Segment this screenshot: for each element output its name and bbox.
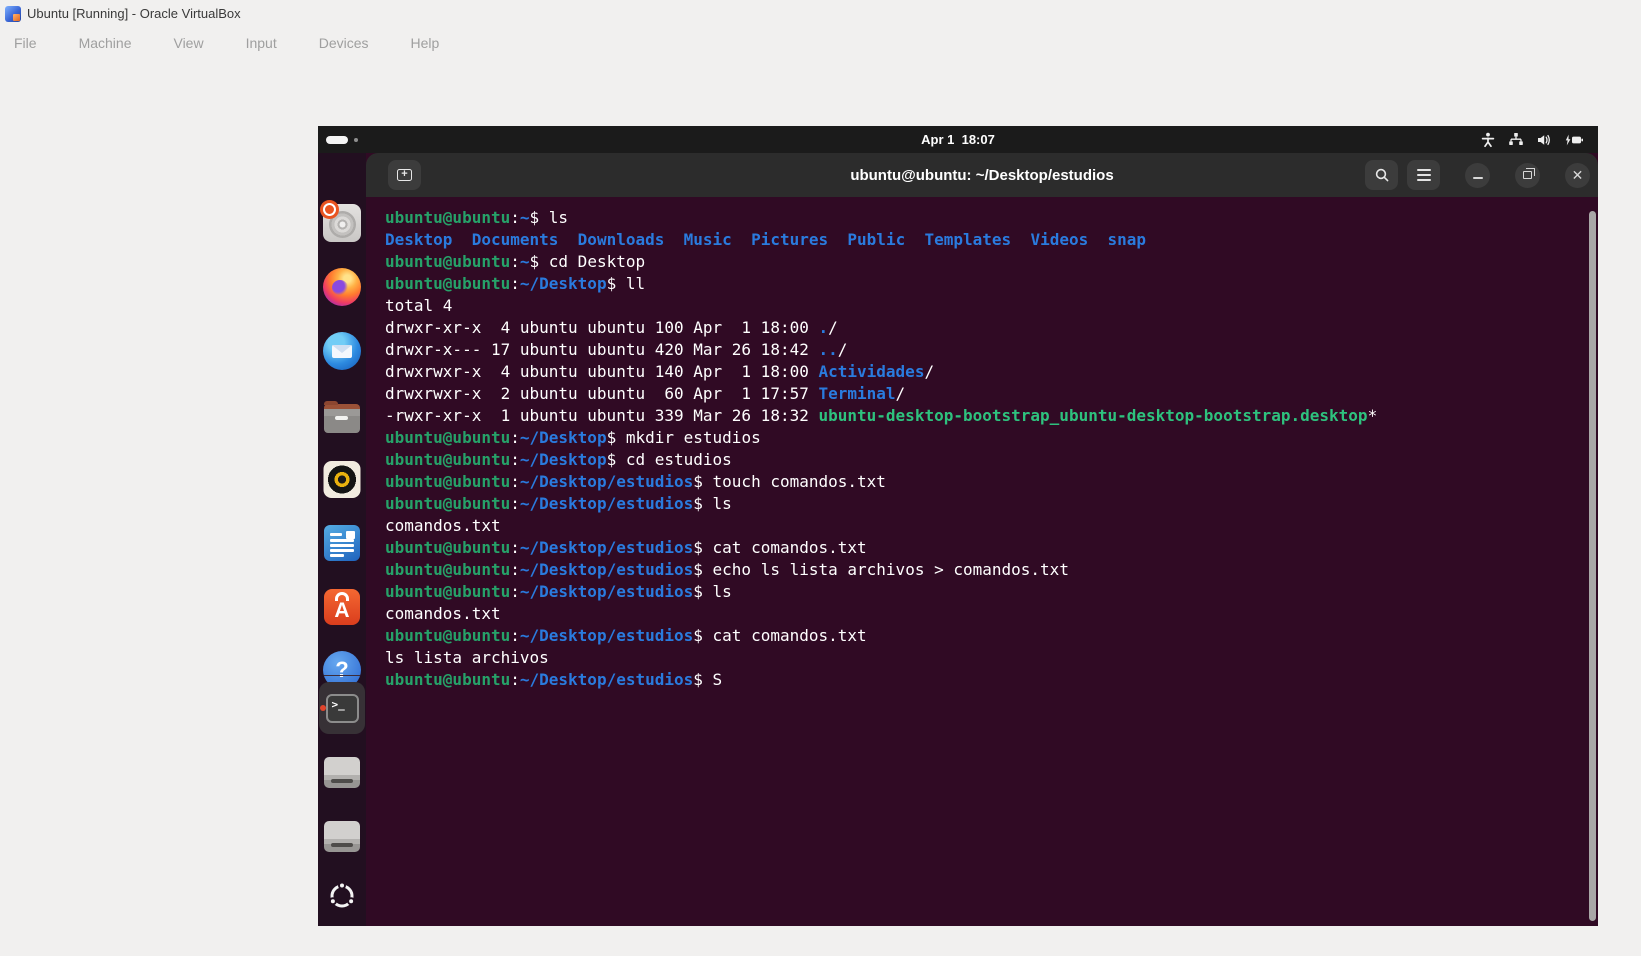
terminal-window: + ubuntu@ubuntu: ~/Desktop/estudios ✕ ub… <box>366 153 1598 926</box>
terminal-line: ls lista archivos <box>385 648 549 667</box>
menu-item-file[interactable]: File <box>14 35 37 51</box>
dock-separator <box>324 675 360 676</box>
gnome-top-bar: Apr 1 18:07 <box>318 126 1598 153</box>
menu-item-input[interactable]: Input <box>246 35 277 51</box>
terminal-line: ubuntu@ubuntu:~/Desktop$ mkdir estudios <box>385 428 761 447</box>
terminal-line: ubuntu@ubuntu:~$ ls <box>385 208 569 227</box>
ubuntu-logo-icon <box>328 881 356 908</box>
dock-item-firefox[interactable] <box>323 268 361 306</box>
dock-item-show-apps[interactable] <box>327 881 357 916</box>
window-title: Ubuntu [Running] - Oracle VirtualBox <box>27 6 241 21</box>
terminal-line: ubuntu@ubuntu:~$ cd Desktop <box>385 252 646 271</box>
menu-button[interactable] <box>1407 160 1440 190</box>
system-tray[interactable] <box>1480 126 1584 153</box>
terminal-content[interactable]: ubuntu@ubuntu:~$ ls Desktop Documents Dow… <box>366 197 1598 926</box>
terminal-line: Desktop Documents Downloads Music Pictur… <box>385 230 1147 249</box>
search-button[interactable] <box>1365 160 1398 190</box>
dock-item-app-center[interactable]: A <box>324 589 360 625</box>
terminal-line: ubuntu@ubuntu:~/Desktop/estudios$ cat co… <box>385 626 867 645</box>
clock[interactable]: Apr 1 18:07 <box>318 132 1598 147</box>
terminal-line: drwxrwxr-x 4 ubuntu ubuntu 140 Apr 1 18:… <box>385 362 935 381</box>
virtualbox-titlebar: Ubuntu [Running] - Oracle VirtualBox <box>0 0 1641 24</box>
dock-item-removable-drive-1[interactable] <box>324 757 360 788</box>
minimize-icon <box>1472 176 1483 179</box>
accessibility-icon[interactable] <box>1480 132 1496 148</box>
terminal-line: total 4 <box>385 296 453 315</box>
ubuntu-badge-icon <box>320 200 339 219</box>
terminal-line: ubuntu@ubuntu:~/Desktop/estudios$ ls <box>385 582 732 601</box>
terminal-line: ubuntu@ubuntu:~/Desktop/estudios$ touch … <box>385 472 886 491</box>
dock-item-terminal[interactable]: >_ <box>319 682 365 734</box>
terminal-line: comandos.txt <box>385 516 501 535</box>
dock: A ? >_ <box>318 153 366 926</box>
terminal-line: ubuntu@ubuntu:~/Desktop/estudios$ echo l… <box>385 560 1069 579</box>
restore-icon <box>1523 168 1535 179</box>
network-icon[interactable] <box>1508 132 1524 148</box>
speaker-icon <box>323 461 361 498</box>
restore-button[interactable] <box>1515 162 1540 188</box>
virtualbox-icon <box>5 6 21 22</box>
terminal-line: drwxr-x--- 17 ubuntu ubuntu 420 Mar 26 1… <box>385 340 848 359</box>
terminal-line: drwxr-xr-x 4 ubuntu ubuntu 100 Apr 1 18:… <box>385 318 838 337</box>
menu-item-help[interactable]: Help <box>411 35 440 51</box>
terminal-line: ubuntu@ubuntu:~/Desktop$ ll <box>385 274 646 293</box>
menu-item-devices[interactable]: Devices <box>319 35 369 51</box>
terminal-line: ubuntu@ubuntu:~/Desktop/estudios$ S <box>385 670 723 689</box>
dock-item-files[interactable] <box>324 400 360 433</box>
terminal-line: ubuntu@ubuntu:~/Desktop/estudios$ ls <box>385 494 732 513</box>
drive-icon <box>324 821 360 852</box>
folder-icon <box>324 401 360 433</box>
dock-item-thunderbird[interactable] <box>323 332 361 370</box>
hamburger-icon <box>1416 169 1431 181</box>
volume-icon[interactable] <box>1536 132 1552 148</box>
dock-item-rhythmbox[interactable] <box>323 461 361 498</box>
drive-icon <box>324 757 360 788</box>
close-icon: ✕ <box>1571 167 1584 183</box>
dock-item-removable-drive-2[interactable] <box>324 821 360 852</box>
search-icon <box>1375 168 1388 182</box>
terminal-line: drwxrwxr-x 2 ubuntu ubuntu 60 Apr 1 17:5… <box>385 384 906 403</box>
terminal-prompt-icon: >_ <box>325 693 359 723</box>
terminal-line: ubuntu@ubuntu:~/Desktop/estudios$ cat co… <box>385 538 867 557</box>
menu-item-view[interactable]: View <box>173 35 203 51</box>
battery-icon[interactable] <box>1564 132 1584 148</box>
minimize-button[interactable] <box>1465 162 1490 188</box>
menubar: File Machine View Input Devices Help <box>0 28 1641 58</box>
firefox-icon <box>323 268 361 306</box>
running-indicator-dot <box>320 705 326 711</box>
thunderbird-icon <box>323 332 361 370</box>
writer-document-icon <box>324 525 360 561</box>
dock-item-libreoffice-writer[interactable] <box>324 525 360 561</box>
terminal-line: comandos.txt <box>385 604 501 623</box>
terminal-header[interactable]: + ubuntu@ubuntu: ~/Desktop/estudios ✕ <box>366 153 1598 197</box>
dock-item-ubuntu-installer[interactable] <box>320 200 361 242</box>
close-button[interactable]: ✕ <box>1565 162 1590 188</box>
app-center-bag-icon: A <box>324 589 360 625</box>
menu-item-machine[interactable]: Machine <box>79 35 132 51</box>
terminal-line: -rwxr-xr-x 1 ubuntu ubuntu 339 Mar 26 18… <box>385 406 1378 425</box>
terminal-line: ubuntu@ubuntu:~/Desktop$ cd estudios <box>385 450 732 469</box>
vm-display: Apr 1 18:07 A ? >_ + ubuntu@ubuntu: ~/De… <box>318 126 1598 926</box>
terminal-scrollbar[interactable] <box>1589 211 1596 921</box>
